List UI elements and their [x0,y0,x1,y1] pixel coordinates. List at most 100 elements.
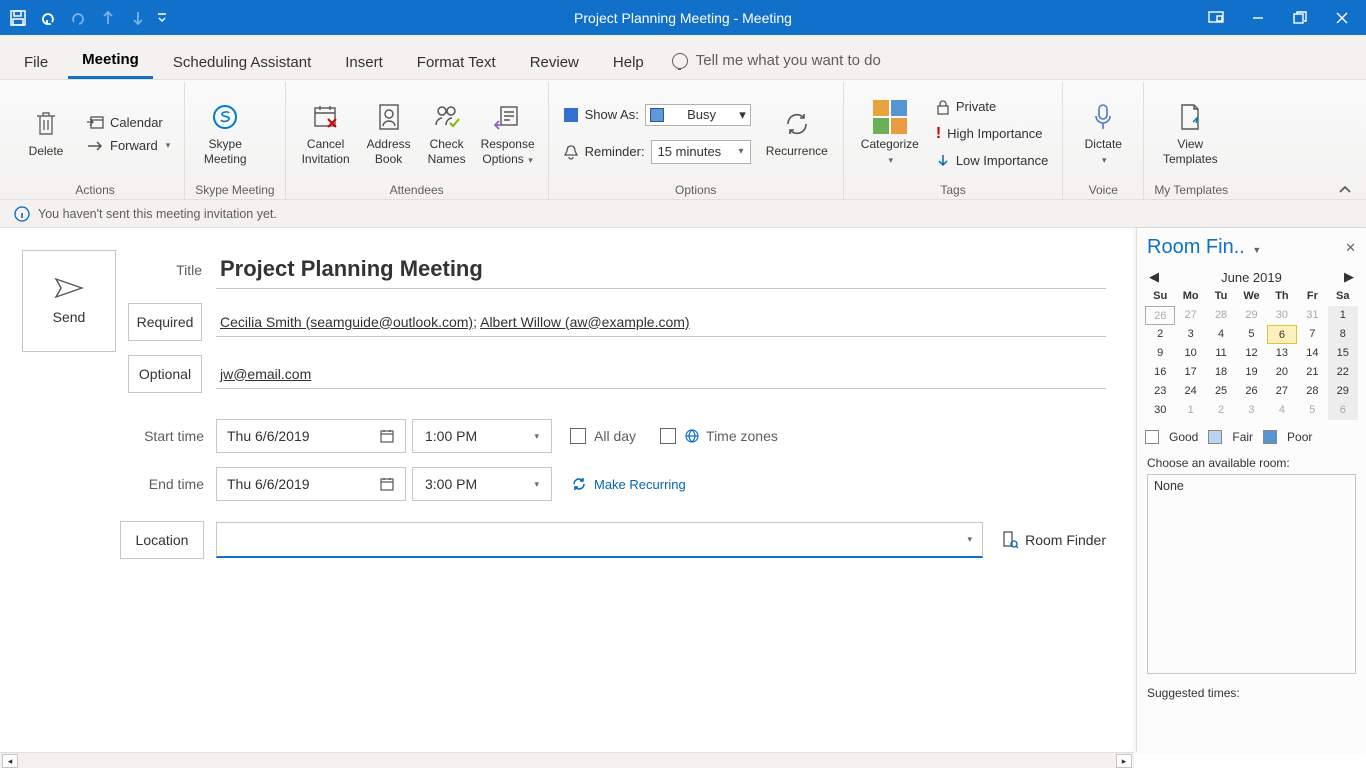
cal-day[interactable]: 15 [1328,344,1358,363]
cal-day[interactable]: 25 [1206,382,1236,401]
cal-day[interactable]: 14 [1297,344,1327,363]
cal-day[interactable]: 24 [1175,382,1205,401]
optional-button[interactable]: Optional [128,355,202,393]
tab-review[interactable]: Review [516,44,593,79]
cal-day[interactable]: 6 [1328,401,1358,420]
qat-customize-icon[interactable] [154,4,170,32]
cal-day[interactable]: 12 [1236,344,1266,363]
cal-day[interactable]: 1 [1328,306,1358,325]
cal-day[interactable]: 5 [1236,325,1266,344]
cal-day[interactable]: 2 [1206,401,1236,420]
cal-day-selected[interactable]: 6 [1267,325,1297,344]
cal-day[interactable]: 3 [1236,401,1266,420]
cal-day[interactable]: 28 [1206,306,1236,325]
cal-day[interactable]: 26 [1145,306,1175,325]
skype-meeting-button[interactable]: Skype Meeting [195,101,255,166]
cal-day[interactable]: 30 [1145,401,1175,420]
cal-day[interactable]: 11 [1206,344,1236,363]
title-field[interactable]: Project Planning Meeting [216,250,1106,289]
private-button[interactable]: Private [932,97,1053,117]
recipient-link[interactable]: Cecilia Smith (seamguide@outlook.com) [220,314,473,330]
prev-item-icon[interactable] [94,4,122,32]
cal-day[interactable]: 28 [1297,382,1327,401]
cal-day[interactable]: 13 [1267,344,1297,363]
categorize-button[interactable]: Categorize▾ [854,101,926,166]
required-field[interactable]: Cecilia Smith (seamguide@outlook.com); A… [216,308,1106,337]
check-names-button[interactable]: Check Names [422,101,472,166]
make-recurring-button[interactable]: Make Recurring [570,475,686,493]
collapse-ribbon-button[interactable] [1330,185,1360,199]
address-book-button[interactable]: Address Book [362,101,416,166]
cal-day[interactable]: 20 [1267,363,1297,382]
cal-prev-month[interactable]: ◀ [1149,269,1159,285]
cal-day[interactable]: 9 [1145,344,1175,363]
response-options-button[interactable]: Response Options ▾ [478,101,538,166]
view-templates-button[interactable]: View Templates [1154,101,1226,166]
maximize-icon[interactable] [1280,4,1320,32]
cal-day[interactable]: 29 [1236,306,1266,325]
cancel-invitation-button[interactable]: Cancel Invitation [296,101,356,166]
start-date-picker[interactable]: Thu 6/6/2019 [216,419,406,453]
location-button[interactable]: Location [120,521,204,559]
dictate-button[interactable]: Dictate▾ [1073,101,1133,166]
cal-day[interactable]: 17 [1175,363,1205,382]
chevron-down-icon[interactable]: ▾ [968,534,973,545]
room-finder-button[interactable]: Room Finder [1001,530,1106,550]
cal-day[interactable]: 4 [1206,325,1236,344]
cal-day[interactable]: 16 [1145,363,1175,382]
show-as-dropdown[interactable]: Busy ▾ [645,104,751,126]
next-item-icon[interactable] [124,4,152,32]
close-icon[interactable] [1322,4,1362,32]
save-icon[interactable] [4,4,32,32]
cal-day[interactable]: 27 [1175,306,1205,325]
cal-day[interactable]: 10 [1175,344,1205,363]
tab-scheduling-assistant[interactable]: Scheduling Assistant [159,44,325,79]
cal-day[interactable]: 26 [1236,382,1266,401]
time-zones-checkbox[interactable]: Time zones [660,428,778,444]
undo-icon[interactable] [34,4,62,32]
tab-insert[interactable]: Insert [331,44,397,79]
tell-me-search[interactable]: Tell me what you want to do [664,42,889,79]
all-day-checkbox[interactable]: All day [570,428,636,444]
cal-day[interactable]: 29 [1328,382,1358,401]
ribbon-display-options-icon[interactable] [1196,4,1236,32]
room-list[interactable]: None [1147,474,1356,674]
cal-day[interactable]: 8 [1328,325,1358,344]
tab-meeting[interactable]: Meeting [68,41,153,79]
reminder-dropdown[interactable]: 15 minutes ▾ [651,140,751,164]
room-item-none[interactable]: None [1154,479,1349,493]
location-field[interactable]: ▾ [216,522,983,558]
scroll-left-button[interactable]: ◂ [2,754,18,768]
start-time-picker[interactable]: 1:00 PM ▾ [412,419,552,453]
tab-help[interactable]: Help [599,44,658,79]
cal-day[interactable]: 31 [1297,306,1327,325]
chevron-down-icon[interactable]: ▼ [1252,245,1261,255]
cal-day[interactable]: 27 [1267,382,1297,401]
cal-day[interactable]: 18 [1206,363,1236,382]
cal-day[interactable]: 23 [1145,382,1175,401]
low-importance-button[interactable]: Low Importance [932,151,1053,171]
required-button[interactable]: Required [128,303,202,341]
delete-button[interactable]: Delete [16,108,76,158]
cal-day[interactable]: 3 [1175,325,1205,344]
move-to-calendar-button[interactable]: Calendar [82,112,174,132]
cal-next-month[interactable]: ▶ [1344,269,1354,285]
tab-file[interactable]: File [10,44,62,79]
optional-field[interactable]: jw@email.com [216,360,1106,389]
send-button[interactable]: Send [22,250,116,352]
horizontal-scrollbar[interactable]: ◂ ▸ [0,752,1134,768]
recipient-link[interactable]: Albert Willow (aw@example.com) [480,314,689,330]
cal-day[interactable]: 21 [1297,363,1327,382]
cal-day[interactable]: 2 [1145,325,1175,344]
scroll-right-button[interactable]: ▸ [1116,754,1132,768]
recipient-link[interactable]: jw@email.com [220,366,311,382]
end-time-picker[interactable]: 3:00 PM ▾ [412,467,552,501]
cal-day[interactable]: 4 [1267,401,1297,420]
cal-day[interactable]: 22 [1328,363,1358,382]
cal-day[interactable]: 1 [1175,401,1205,420]
tab-format-text[interactable]: Format Text [403,44,510,79]
recurrence-button[interactable]: Recurrence [761,108,833,158]
cal-day[interactable]: 7 [1297,325,1327,344]
forward-button[interactable]: Forward ▾ [82,136,174,155]
redo-icon[interactable] [64,4,92,32]
